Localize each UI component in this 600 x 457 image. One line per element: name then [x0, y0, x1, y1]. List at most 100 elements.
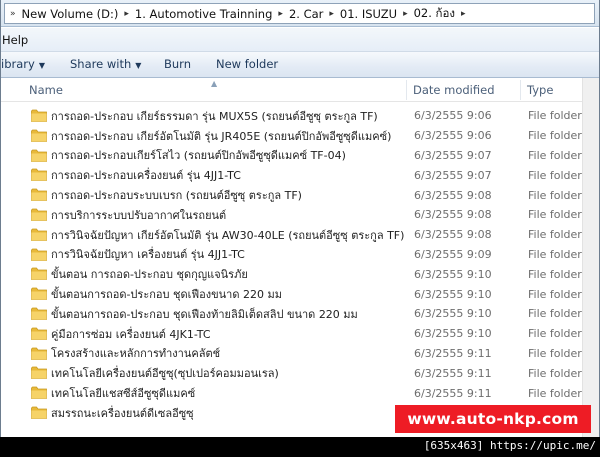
- file-type: File folder: [528, 327, 582, 341]
- table-row[interactable]: การถอด-ประกอบระบบเบรก (รถยนต์อีซูซุ ตระก…: [1, 185, 599, 205]
- file-name: การถอด-ประกอบเครื่องยนต์ รุ่น 4JJ1-TC: [51, 169, 241, 183]
- folder-icon: [31, 406, 47, 419]
- folder-icon: [31, 208, 47, 221]
- file-name: โครงสร้างและหลักการทำงานคลัตช์: [51, 347, 221, 361]
- table-row[interactable]: การบริการระบบปรับอากาศในรถยนต์ 6/3/2555 9…: [1, 205, 599, 225]
- column-header-name[interactable]: Name: [23, 78, 403, 102]
- explorer-window: » New Volume (D:) ▸ 1. Automotive Trainn…: [0, 0, 600, 437]
- chevron-right-icon[interactable]: ▸: [456, 9, 471, 19]
- file-type: File folder: [528, 247, 582, 261]
- file-type: File folder: [528, 188, 582, 202]
- file-list: การถอด-ประกอบ เกียร์ธรรมดา รุ่น MUX5S (ร…: [1, 106, 599, 423]
- folder-icon: [31, 366, 47, 380]
- file-name: ขั้นตอนการถอด-ประกอบ ชุดเฟืองขนาด 220 มม: [51, 288, 282, 302]
- menu-bar: Help: [1, 28, 599, 52]
- folder-icon: [31, 228, 47, 241]
- column-header-type[interactable]: Type: [521, 78, 581, 102]
- file-name: การถอด-ประกอบระบบเบรก (รถยนต์อีซูซุ ตระก…: [51, 189, 302, 203]
- file-name: เทคโนโลยีแชสซีส์อีซูซุดีแมคซ์: [51, 387, 196, 401]
- file-type: File folder: [528, 148, 582, 162]
- file-date: 6/3/2555 9:08: [414, 208, 492, 222]
- folder-icon: [31, 386, 47, 400]
- file-type: File folder: [528, 386, 582, 400]
- chevron-right-icon[interactable]: ▸: [398, 9, 413, 19]
- file-name: การถอด-ประกอบ เกียร์ธรรมดา รุ่น MUX5S (ร…: [51, 109, 378, 123]
- file-type: File folder: [528, 287, 582, 301]
- table-row[interactable]: ขั้นตอน การถอด-ประกอบ ชุดกุญแจนิรภัย 6/3/…: [1, 264, 599, 284]
- watermark-banner: www.auto-nkp.com: [395, 405, 591, 433]
- file-date: 6/3/2555 9:07: [414, 148, 492, 162]
- vertical-scrollbar[interactable]: [582, 78, 599, 437]
- file-date: 6/3/2555 9:10: [414, 307, 492, 321]
- file-date: 6/3/2555 9:11: [414, 366, 492, 380]
- folder-icon: [31, 129, 47, 142]
- image-footer: [635x463] https://upic.me/: [0, 437, 600, 457]
- file-date: 6/3/2555 9:10: [414, 267, 492, 281]
- image-size-note: [635x463] https://upic.me/: [423, 439, 596, 452]
- folder-icon: [31, 287, 47, 301]
- breadcrumb-item[interactable]: 01. ISUZU: [339, 7, 398, 21]
- table-row[interactable]: ขั้นตอนการถอด-ประกอบ ชุดเฟืองท้ายลิมิเต็…: [1, 304, 599, 324]
- file-date: 6/3/2555 9:11: [414, 386, 492, 400]
- file-type: File folder: [528, 109, 582, 123]
- table-row[interactable]: การถอด-ประกอบเครื่องยนต์ รุ่น 4JJ1-TC 6/3…: [1, 165, 599, 185]
- share-with-label: Share with: [70, 57, 132, 71]
- chevron-right-icon[interactable]: ▸: [273, 9, 288, 19]
- folder-icon: [31, 248, 47, 261]
- table-row[interactable]: ขั้นตอนการถอด-ประกอบ ชุดเฟืองขนาด 220 มม…: [1, 284, 599, 304]
- chevron-right-icon[interactable]: ▸: [119, 9, 134, 19]
- table-row[interactable]: การวินิจฉัยปัญหา เกียร์อัตโนมัติ รุ่น AW…: [1, 225, 599, 245]
- file-type: File folder: [528, 208, 582, 222]
- burn-button[interactable]: Burn: [164, 57, 191, 71]
- breadcrumb-item[interactable]: 2. Car: [288, 7, 324, 21]
- table-row[interactable]: เทคโนโลยีเครื่องยนต์อีซูซุ(ซุปเปอร์คอมมอ…: [1, 363, 599, 383]
- file-date: 6/3/2555 9:10: [414, 287, 492, 301]
- share-with-button[interactable]: Share with ▼: [70, 57, 141, 71]
- folder-icon: [31, 168, 47, 182]
- chevron-right-icon[interactable]: »: [5, 9, 21, 19]
- file-name: การบริการระบบปรับอากาศในรถยนต์: [51, 208, 227, 222]
- file-type: File folder: [528, 168, 582, 182]
- file-name: คู่มือการซ่อม เครื่องยนต์ 4JK1-TC: [51, 327, 211, 341]
- file-type: File folder: [528, 366, 582, 380]
- file-date: 6/3/2555 9:06: [414, 129, 492, 143]
- file-date: 6/3/2555 9:11: [414, 346, 492, 360]
- breadcrumb-item[interactable]: 1. Automotive Trainning: [134, 7, 273, 21]
- breadcrumb[interactable]: » New Volume (D:) ▸ 1. Automotive Trainn…: [4, 3, 595, 24]
- table-row[interactable]: การวินิจฉัยปัญหา เครื่องยนต์ รุ่น 4JJ1-T…: [1, 245, 599, 265]
- menu-help[interactable]: Help: [1, 33, 34, 47]
- table-row[interactable]: เทคโนโลยีแชสซีส์อีซูซุดีแมคซ์ 6/3/2555 9:…: [1, 383, 599, 403]
- table-row[interactable]: การถอด-ประกอบ เกียร์ธรรมดา รุ่น MUX5S (ร…: [1, 106, 599, 126]
- file-date: 6/3/2555 9:10: [414, 327, 492, 341]
- breadcrumb-item[interactable]: New Volume (D:): [21, 7, 120, 21]
- table-row[interactable]: โครงสร้างและหลักการทำงานคลัตช์ 6/3/2555 9…: [1, 344, 599, 364]
- command-bar: ibrary ▼ Share with ▼ Burn New folder: [1, 52, 599, 78]
- file-name: การวินิจฉัยปัญหา เกียร์อัตโนมัติ รุ่น AW…: [51, 228, 405, 242]
- file-date: 6/3/2555 9:06: [414, 109, 492, 123]
- file-name: สมรรถนะเครื่องยนต์ดีเซลอีซูซุ: [51, 406, 194, 420]
- file-type: File folder: [528, 346, 582, 360]
- column-header-date[interactable]: Date modified: [407, 78, 517, 102]
- file-type: File folder: [528, 307, 582, 321]
- file-type: File folder: [528, 129, 582, 143]
- address-bar: » New Volume (D:) ▸ 1. Automotive Trainn…: [1, 0, 599, 27]
- file-type: File folder: [528, 267, 582, 281]
- table-row[interactable]: คู่มือการซ่อม เครื่องยนต์ 4JK1-TC 6/3/255…: [1, 324, 599, 344]
- file-date: 6/3/2555 9:07: [414, 168, 492, 182]
- folder-icon: [31, 109, 47, 122]
- new-folder-button[interactable]: New folder: [216, 57, 278, 71]
- chevron-right-icon[interactable]: ▸: [324, 9, 339, 19]
- library-button[interactable]: ibrary ▼: [1, 57, 45, 71]
- file-date: 6/3/2555 9:09: [414, 247, 492, 261]
- folder-icon: [31, 188, 47, 202]
- table-row[interactable]: การถอด-ประกอบ เกียร์อัตโนมัติ รุ่น JR405…: [1, 126, 599, 146]
- folder-icon: [31, 347, 47, 360]
- folder-icon: [31, 149, 47, 162]
- file-date: 6/3/2555 9:08: [414, 228, 492, 242]
- folder-icon: [31, 307, 47, 320]
- file-name: การถอด-ประกอบเกียร์โสไว (รถยนต์ปิกอัพอีซ…: [51, 149, 346, 163]
- breadcrumb-item[interactable]: 02. ก้อง: [413, 5, 456, 23]
- folder-icon: [31, 267, 47, 281]
- file-name: ขั้นตอน การถอด-ประกอบ ชุดกุญแจนิรภัย: [51, 268, 248, 282]
- table-row[interactable]: การถอด-ประกอบเกียร์โสไว (รถยนต์ปิกอัพอีซ…: [1, 146, 599, 166]
